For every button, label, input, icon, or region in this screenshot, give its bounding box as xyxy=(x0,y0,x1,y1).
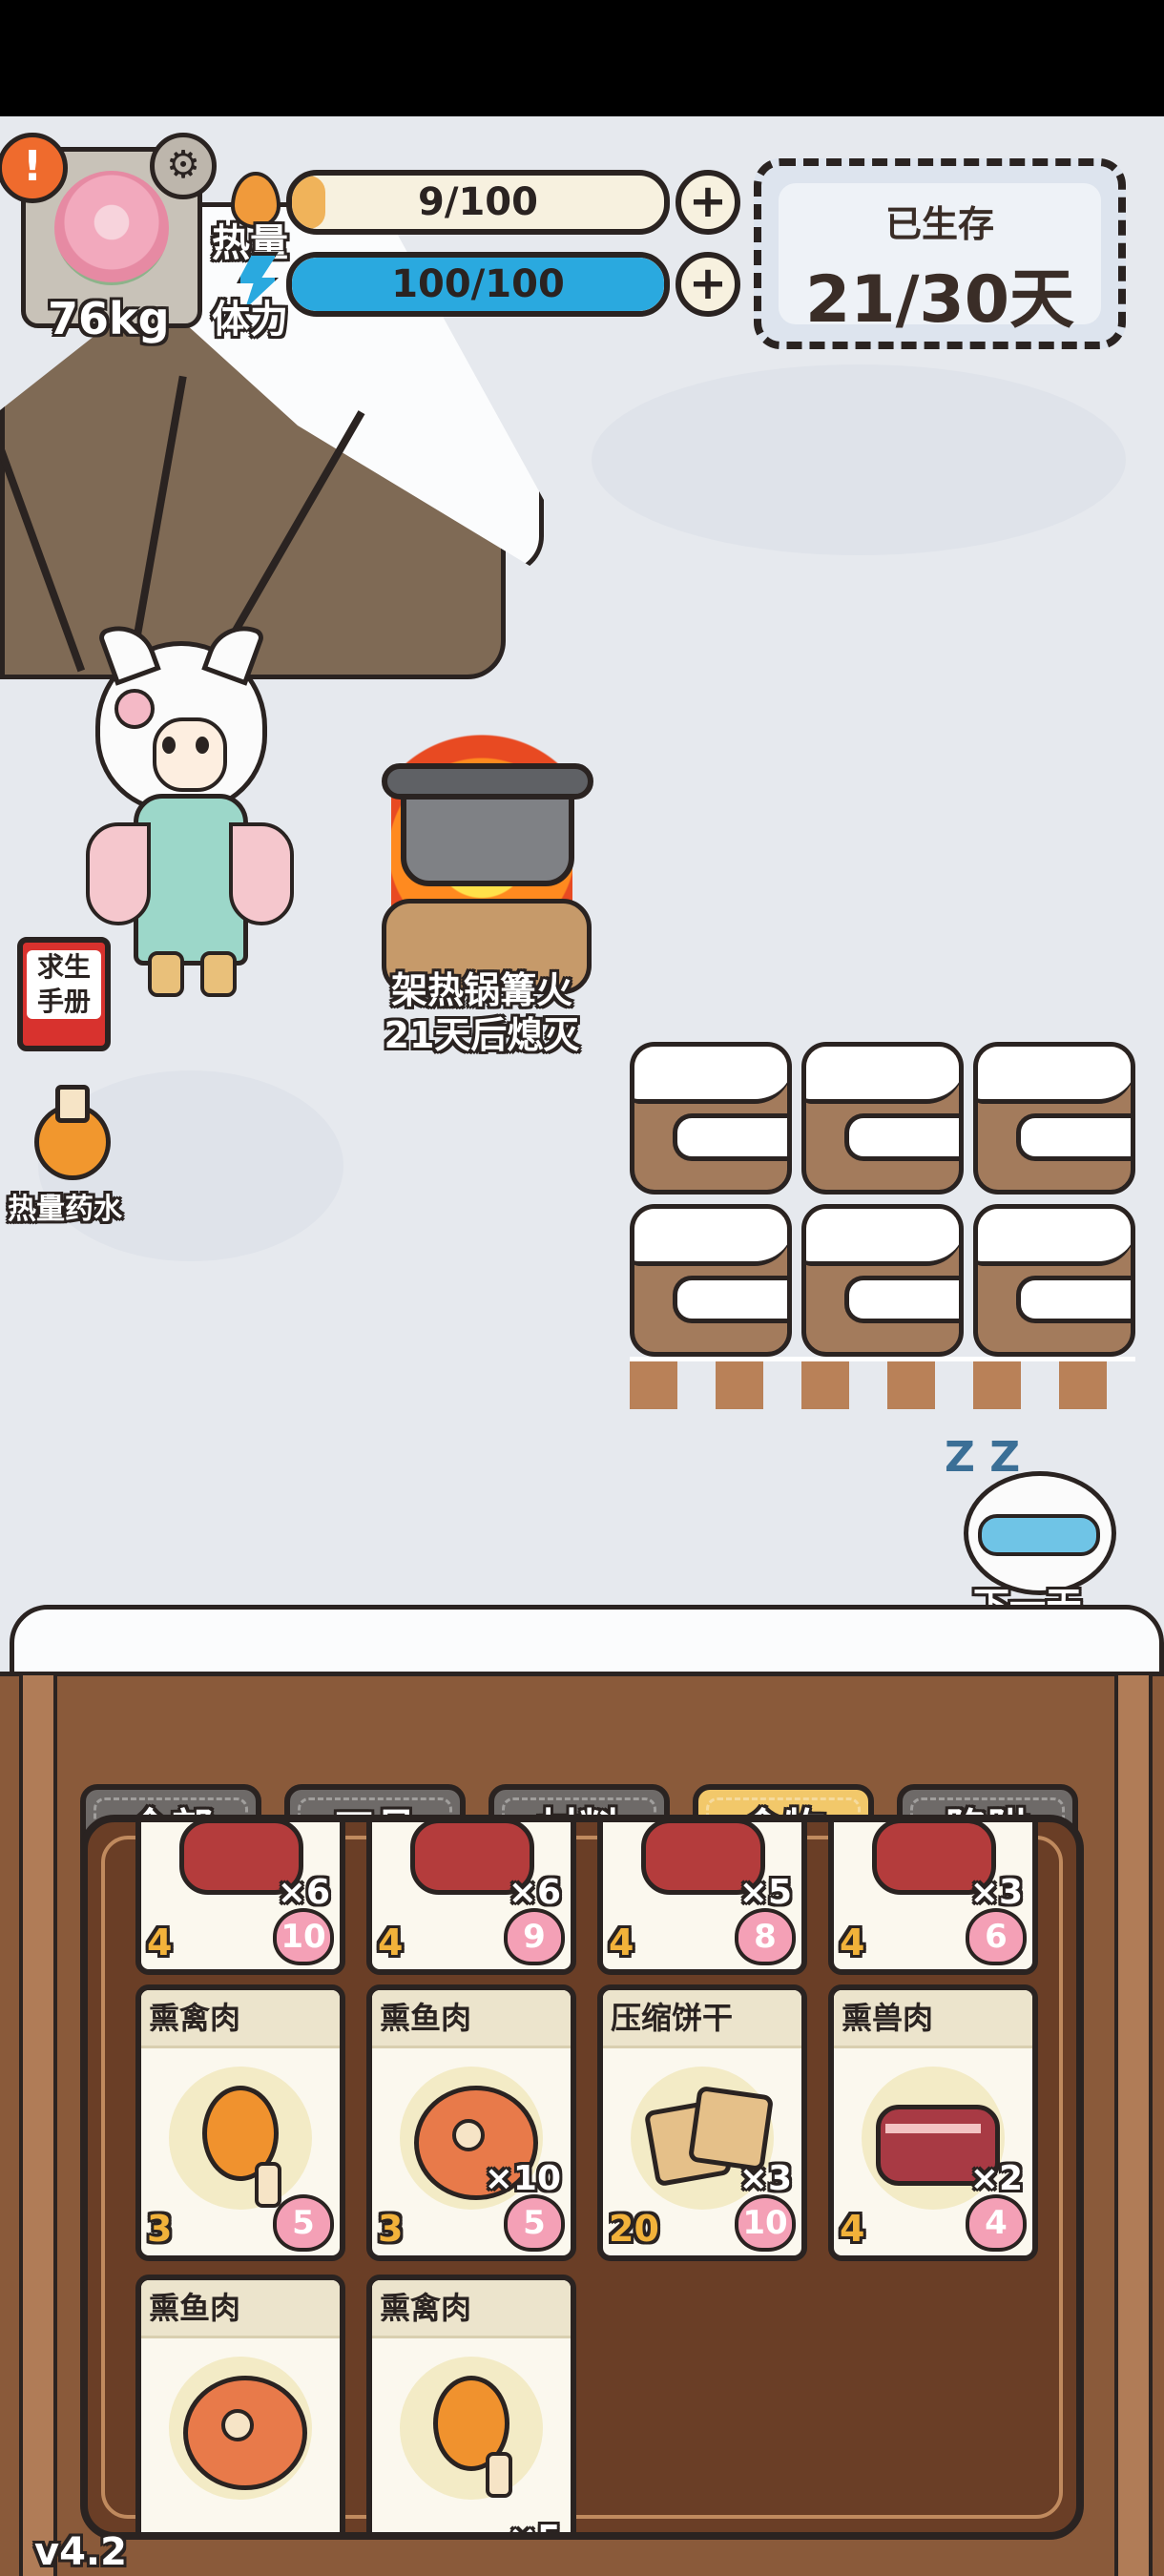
food-card-smoked-fish[interactable]: 熏鱼肉 ×10 3 5 xyxy=(366,1984,576,2261)
heat-potion-button[interactable] xyxy=(29,1085,111,1180)
food-card[interactable]: ×5 4 8 xyxy=(597,1822,807,1975)
player-weight: 76kg xyxy=(48,293,170,344)
stamina-label: 体力 xyxy=(212,298,288,342)
stamina-bar: 100/100 xyxy=(286,252,670,317)
campfire-status: 21天后熄灭 xyxy=(384,1014,580,1056)
alert-icon[interactable]: ! xyxy=(0,133,68,203)
survival-title: 已生存 xyxy=(884,203,994,245)
food-card-smoked-meat[interactable]: 熏兽肉 ×2 4 4 xyxy=(828,1984,1038,2261)
fish-steak-icon xyxy=(169,2357,312,2500)
gear-icon[interactable]: ⚙ xyxy=(150,133,217,199)
snow-drift xyxy=(592,364,1126,555)
food-card-compressed-biscuit[interactable]: 压缩饼干 ×3 20 10 xyxy=(597,1984,807,2261)
drumstick-icon xyxy=(400,2357,543,2500)
inventory-grid: ×6 4 10 ×6 4 9 ×5 4 8 ×3 4 6 熏禽肉 3 5 熏鱼肉… xyxy=(80,1815,1084,2540)
food-card-smoked-poultry[interactable]: 熏禽肉 3 5 xyxy=(135,1984,345,2261)
add-heat-button[interactable]: + xyxy=(676,170,740,235)
food-card-smoked-poultry[interactable]: 熏禽肉 ×5 xyxy=(366,2275,576,2532)
survival-handbook-button[interactable]: 求生 手册 xyxy=(17,937,111,1051)
food-card[interactable]: ×6 4 10 xyxy=(135,1822,345,1975)
heat-bar: 9/100 xyxy=(286,170,670,235)
food-card[interactable]: ×6 4 9 xyxy=(366,1822,576,1975)
handbook-label: 求生 手册 xyxy=(27,950,101,1019)
drumstick-icon xyxy=(169,2067,312,2210)
flower-portrait xyxy=(54,171,169,285)
food-card-smoked-fish[interactable]: 熏鱼肉 xyxy=(135,2275,345,2532)
food-card[interactable]: ×3 4 6 xyxy=(828,1822,1038,1975)
game-scene: ⚙ ! 76kg 热量 9/100 + 体力 100/100 + 已生存 21/… xyxy=(0,116,1164,2576)
campfire[interactable] xyxy=(372,717,593,994)
add-stamina-button[interactable]: + xyxy=(676,252,740,317)
survival-days: 21/30天 xyxy=(804,262,1075,338)
wooden-fence xyxy=(630,1357,1135,1409)
potion-label: 热量药水 xyxy=(8,1193,122,1226)
survival-panel: 已生存 21/30天 xyxy=(754,158,1126,349)
version-label: v4.2 xyxy=(34,2530,127,2574)
sleep-zz: Z Z xyxy=(945,1433,1021,1482)
wood-block-grid xyxy=(630,1042,1145,1423)
